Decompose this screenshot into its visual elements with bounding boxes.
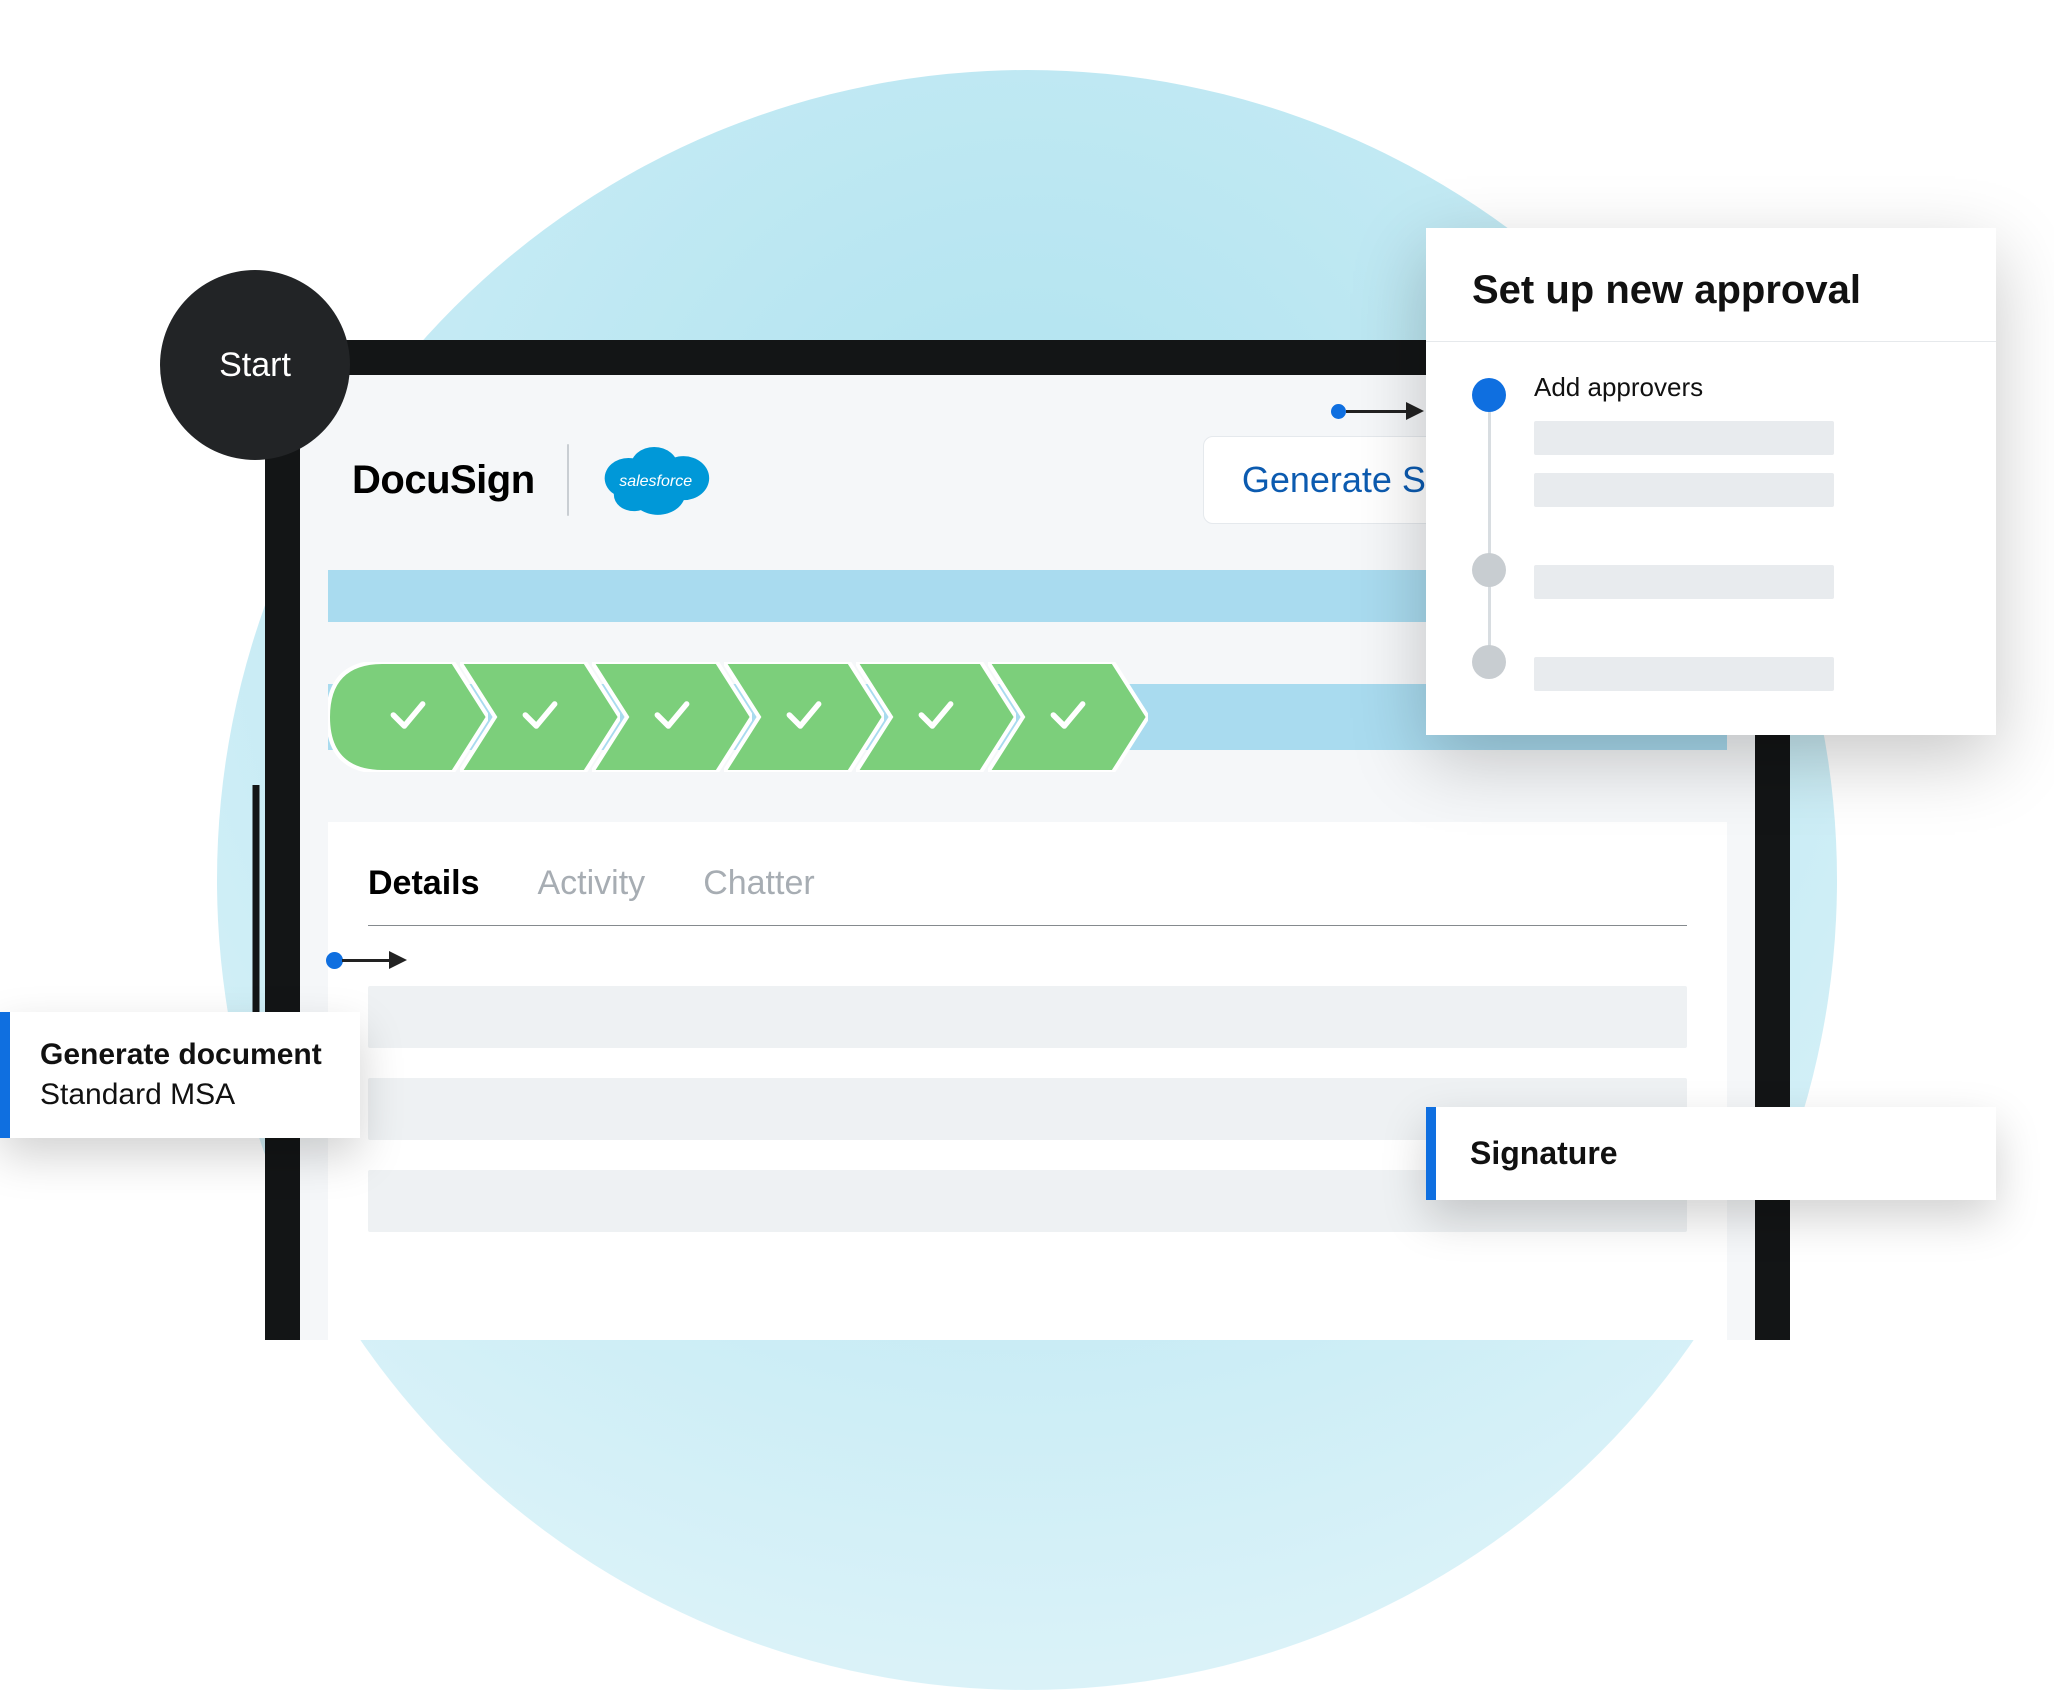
tab-details[interactable]: Details (368, 864, 480, 909)
arrow-line (342, 959, 389, 962)
arrow-head-icon (389, 951, 407, 969)
salesforce-logo: salesforce (601, 441, 711, 519)
arrow-dot-icon (326, 952, 343, 969)
check-icon (914, 693, 958, 742)
start-label: Start (219, 346, 291, 385)
progress-step (988, 662, 1148, 772)
arrow-head-icon (1406, 402, 1424, 420)
stage: DocuSign salesforce Generate Sal (0, 0, 2054, 1335)
approver-placeholder (1534, 473, 1834, 507)
step-bullet-active-icon (1472, 378, 1506, 412)
approval-step-2[interactable] (1472, 547, 1960, 599)
start-badge: Start (160, 270, 350, 460)
approval-step-3[interactable] (1472, 639, 1960, 691)
approval-title: Set up new approval (1472, 268, 1960, 313)
approval-step-rail (1488, 398, 1491, 675)
check-icon (1046, 693, 1090, 742)
logo-divider (567, 444, 569, 516)
check-icon (782, 693, 826, 742)
approver-placeholder (1534, 421, 1834, 455)
tab-chatter[interactable]: Chatter (703, 864, 815, 909)
approval-step-label: Add approvers (1534, 372, 1960, 403)
tab-activity[interactable]: Activity (538, 864, 646, 909)
divider (1426, 341, 1996, 342)
step-bullet-icon (1472, 553, 1506, 587)
step-bullet-icon (1472, 645, 1506, 679)
approver-placeholder (1534, 565, 1834, 599)
approver-placeholder (1534, 657, 1834, 691)
detail-row-placeholder (368, 986, 1687, 1048)
callout-subtext: Standard MSA (40, 1078, 330, 1112)
flow-arrow-to-details (326, 951, 407, 969)
docusign-logo: DocuSign (352, 458, 535, 503)
tab-underline (368, 925, 1687, 926)
callout-heading: Generate document (40, 1038, 330, 1072)
arrow-line (1346, 410, 1406, 413)
content-card: Details Activity Chatter (328, 822, 1727, 1340)
check-icon (650, 693, 694, 742)
flow-arrow-to-approval (1331, 402, 1424, 420)
approval-step-1[interactable]: Add approvers (1472, 372, 1960, 507)
callout-signature: Signature (1426, 1107, 1996, 1200)
progress-steps (328, 662, 1148, 772)
callout-heading: Signature (1470, 1135, 1962, 1172)
tab-bar: Details Activity Chatter (368, 864, 1687, 909)
check-icon (518, 693, 562, 742)
approval-popup: Set up new approval Add approvers (1426, 228, 1996, 735)
arrow-dot-icon (1331, 404, 1346, 419)
callout-generate-document: Generate document Standard MSA (0, 1012, 360, 1138)
check-icon (386, 693, 430, 742)
